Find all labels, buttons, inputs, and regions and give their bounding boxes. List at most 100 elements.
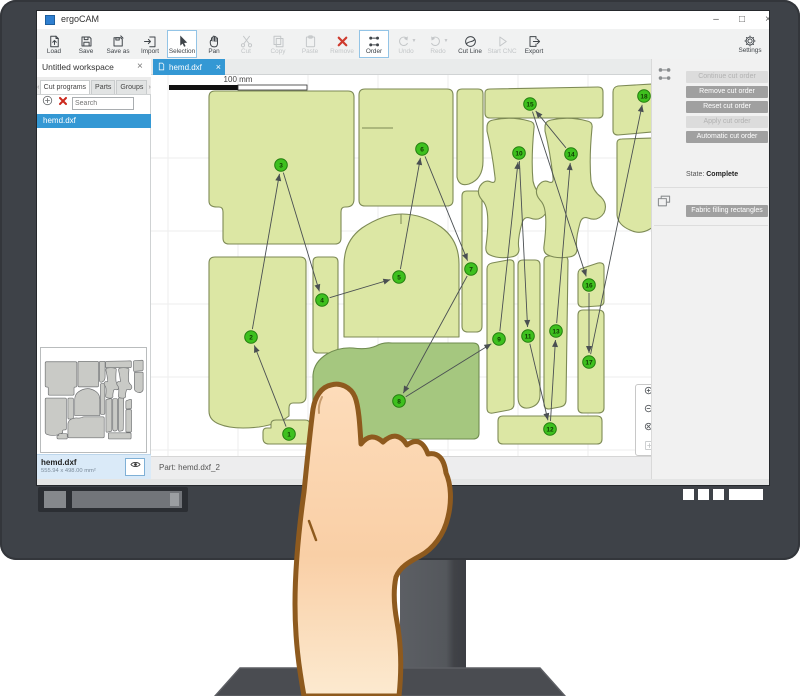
- add-icon[interactable]: [41, 94, 54, 112]
- order-node[interactable]: 12: [544, 423, 557, 436]
- preview-piece: [106, 399, 112, 433]
- workspace-close-icon[interactable]: ×: [137, 61, 143, 72]
- tab-cut-programs[interactable]: Cut programs: [40, 80, 90, 94]
- pattern-piece[interactable]: [457, 89, 483, 185]
- selected-piece[interactable]: [313, 343, 479, 439]
- continue-cut-order-button[interactable]: Continue cut order: [686, 71, 768, 83]
- order-node[interactable]: 16: [583, 279, 596, 292]
- document-tab-bar: hemd.dxf ×: [151, 59, 651, 75]
- settings-button[interactable]: Settings: [735, 30, 765, 58]
- export-icon: [527, 34, 542, 49]
- order-node[interactable]: 14: [565, 148, 578, 161]
- visibility-toggle-button[interactable]: [125, 458, 145, 476]
- preview-piece: [78, 361, 99, 387]
- tab-groups[interactable]: Groups: [116, 80, 147, 94]
- pattern-piece[interactable]: [617, 138, 651, 232]
- toolbar-button-label: Start CNC: [487, 48, 516, 55]
- pattern-piece[interactable]: [209, 257, 306, 428]
- order-node[interactable]: 9: [493, 333, 506, 346]
- main-toolbar: Load Save Save asImport Selection PanCutCopy…: [37, 29, 770, 60]
- pattern-piece[interactable]: [485, 87, 603, 118]
- maximize-button[interactable]: □: [731, 12, 753, 28]
- toolbar-button-paste[interactable]: Paste: [295, 30, 325, 58]
- toolbar-button-remove[interactable]: Remove: [327, 30, 357, 58]
- order-node[interactable]: 5: [393, 271, 406, 284]
- preview-piece: [45, 362, 77, 395]
- order-node[interactable]: 1: [283, 428, 296, 441]
- selection-icon: [175, 34, 190, 49]
- svg-text:17: 17: [585, 359, 593, 366]
- toolbar-button-label: Order: [366, 48, 382, 55]
- toolbar-button-cut-line[interactable]: Cut Line: [455, 30, 485, 58]
- toolbar-button-save-as[interactable]: Save as: [103, 30, 133, 58]
- order-node[interactable]: 11: [522, 330, 535, 343]
- slot-thumb: [170, 493, 179, 506]
- toolbar-button-label: Load: [47, 48, 61, 55]
- order-node[interactable]: 3: [275, 159, 288, 172]
- search-input[interactable]: [72, 97, 134, 110]
- toolbar-button-label: Save: [79, 48, 94, 55]
- order-node[interactable]: 17: [583, 356, 596, 369]
- toolbar-button-import[interactable]: Import: [135, 30, 165, 58]
- state-label: State: Complete: [686, 171, 738, 178]
- order-node[interactable]: 7: [465, 263, 478, 276]
- order-node[interactable]: 4: [316, 294, 329, 307]
- svg-text:18: 18: [640, 93, 648, 100]
- document-tab-active[interactable]: hemd.dxf ×: [153, 59, 225, 75]
- order-node[interactable]: 6: [416, 143, 429, 156]
- toolbar-button-load[interactable]: Load: [39, 30, 69, 58]
- tab-parts[interactable]: Parts: [91, 80, 115, 94]
- pattern-piece[interactable]: [359, 89, 453, 206]
- save-icon: [79, 34, 94, 49]
- file-preview-thumbnail: [40, 347, 147, 453]
- preview-piece: [134, 372, 143, 393]
- order-node[interactable]: 13: [550, 325, 563, 338]
- reset-cut-order-button[interactable]: Reset cut order: [686, 101, 768, 113]
- pattern-piece[interactable]: [462, 191, 482, 332]
- preview-piece: [99, 361, 105, 382]
- toolbar-button-cut[interactable]: Cut: [231, 30, 261, 58]
- order-node[interactable]: 8: [393, 395, 406, 408]
- delete-x-icon[interactable]: [57, 94, 69, 112]
- apply-cut-order-button[interactable]: Apply cut order: [686, 116, 768, 128]
- file-card-size: 555.94 x 498.00 mm²: [41, 468, 96, 474]
- redo-icon: [428, 34, 443, 49]
- toolbar-button-copy[interactable]: Copy: [263, 30, 293, 58]
- toolbar-button-export[interactable]: Export: [519, 30, 549, 58]
- divider: [654, 225, 768, 226]
- order-node[interactable]: 15: [524, 98, 537, 111]
- order-node[interactable]: 18: [638, 90, 651, 103]
- toolbar-button-order[interactable]: Order: [359, 30, 389, 58]
- svg-text:4: 4: [320, 297, 324, 304]
- order-node[interactable]: 10: [513, 147, 526, 160]
- toolbar-button-selection[interactable]: Selection: [167, 30, 197, 58]
- remove-cut-order-button[interactable]: Remove cut order: [686, 86, 768, 98]
- file-list-item-selected[interactable]: hemd.dxf: [37, 114, 151, 128]
- toolbar-button-pan[interactable]: Pan: [199, 30, 229, 58]
- fabric-filling-rectangles-button[interactable]: Fabric filling rectangles: [686, 205, 768, 217]
- svg-text:15: 15: [526, 101, 534, 108]
- workspace-title: Untitled workspace: [42, 62, 114, 72]
- svg-text:5: 5: [397, 274, 401, 281]
- pattern-piece[interactable]: [536, 118, 605, 257]
- tab-close-icon[interactable]: ×: [216, 62, 221, 72]
- toolbar-button-redo[interactable]: ▼Redo: [423, 30, 453, 58]
- caret-down-icon: ▼: [444, 38, 449, 44]
- toolbar-button-start-cnc[interactable]: Start CNC: [487, 30, 517, 58]
- close-button[interactable]: ×: [757, 12, 770, 28]
- monitor-stand-base: [0, 640, 800, 696]
- toolbar-button-save[interactable]: Save: [71, 30, 101, 58]
- automatic-cut-order-button[interactable]: Automatic cut order: [686, 131, 768, 143]
- document-tab-label: hemd.dxf: [169, 63, 202, 72]
- file-card[interactable]: hemd.dxf 555.94 x 498.00 mm²: [37, 454, 151, 479]
- order-node[interactable]: 2: [245, 331, 258, 344]
- svg-text:12: 12: [546, 426, 554, 433]
- minimize-button[interactable]: –: [705, 12, 727, 28]
- removex-icon: [335, 34, 350, 49]
- cut-layout-canvas[interactable]: 123456789101112131415161718100 mm: [151, 75, 651, 456]
- svg-text:14: 14: [567, 151, 575, 158]
- toolbar-button-label: Selection: [169, 48, 195, 55]
- svg-text:13: 13: [552, 328, 560, 335]
- preview-piece: [126, 410, 132, 433]
- toolbar-button-undo[interactable]: ▼Undo: [391, 30, 421, 58]
